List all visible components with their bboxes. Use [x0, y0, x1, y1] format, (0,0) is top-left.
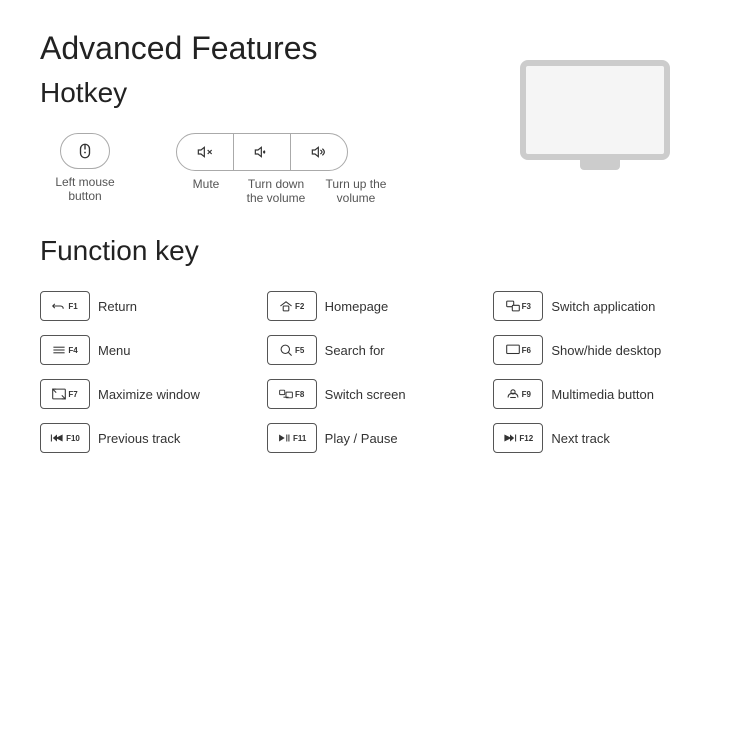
vol-down-key[interactable]: [234, 134, 291, 170]
fkey-f5-badge[interactable]: F5: [267, 335, 317, 365]
fkey-f7-badge[interactable]: F7: [40, 379, 90, 409]
fkey-f2-label: Homepage: [325, 299, 389, 314]
fkey-f2: F2 Homepage: [267, 291, 484, 321]
fkey-f2-badge[interactable]: F2: [267, 291, 317, 321]
fkey-f11: F11 Play / Pause: [267, 423, 484, 453]
fkey-f9-label: Multimedia button: [551, 387, 654, 402]
fkey-f6-badge[interactable]: F6: [493, 335, 543, 365]
fkey-f10-label: Previous track: [98, 431, 180, 446]
fkey-f7-label: Maximize window: [98, 387, 200, 402]
fkey-f1-label: Return: [98, 299, 137, 314]
vol-down-label: Turn downthe volume: [236, 177, 316, 205]
fkey-f12: F12 Next track: [493, 423, 710, 453]
function-key-grid: F1 Return F2 Homepage F3: [40, 291, 710, 453]
fkey-f12-label: Next track: [551, 431, 610, 446]
fkey-f10: F10 Previous track: [40, 423, 257, 453]
fkey-f3: F3 Switch application: [493, 291, 710, 321]
fkey-f3-badge[interactable]: F3: [493, 291, 543, 321]
fkey-f8: F8 Switch screen: [267, 379, 484, 409]
fkey-f6: F6 Show/hide desktop: [493, 335, 710, 365]
fkey-f6-label: Show/hide desktop: [551, 343, 661, 358]
fkey-f1-badge[interactable]: F1: [40, 291, 90, 321]
hotkey-left-mouse: Left mouse button: [40, 133, 130, 203]
volume-key-group: [176, 133, 348, 171]
fkey-f9-badge[interactable]: F9: [493, 379, 543, 409]
fkey-f11-label: Play / Pause: [325, 431, 398, 446]
monitor-illustration: [520, 60, 680, 170]
fkey-f9: F9 Multimedia button: [493, 379, 710, 409]
function-key-title: Function key: [40, 235, 710, 267]
left-mouse-label: Left mouse button: [40, 175, 130, 203]
fkey-f4: F4 Menu: [40, 335, 257, 365]
fkey-f8-label: Switch screen: [325, 387, 406, 402]
fkey-f8-badge[interactable]: F8: [267, 379, 317, 409]
left-mouse-key[interactable]: [60, 133, 110, 169]
mute-label: Mute: [176, 177, 236, 205]
fkey-f7: F7 Maximize window: [40, 379, 257, 409]
vol-up-label: Turn up thevolume: [316, 177, 396, 205]
fkey-f3-label: Switch application: [551, 299, 655, 314]
fkey-f1: F1 Return: [40, 291, 257, 321]
fkey-f12-badge[interactable]: F12: [493, 423, 543, 453]
fkey-f5: F5 Search for: [267, 335, 484, 365]
vol-up-key[interactable]: [291, 134, 347, 170]
fkey-f4-badge[interactable]: F4: [40, 335, 90, 365]
fkey-f5-label: Search for: [325, 343, 385, 358]
fkey-f10-badge[interactable]: F10: [40, 423, 90, 453]
mute-key[interactable]: [177, 134, 234, 170]
fkey-f11-badge[interactable]: F11: [267, 423, 317, 453]
function-key-section: Function key F1 Return F2 Homepag: [40, 235, 710, 453]
fkey-f4-label: Menu: [98, 343, 131, 358]
